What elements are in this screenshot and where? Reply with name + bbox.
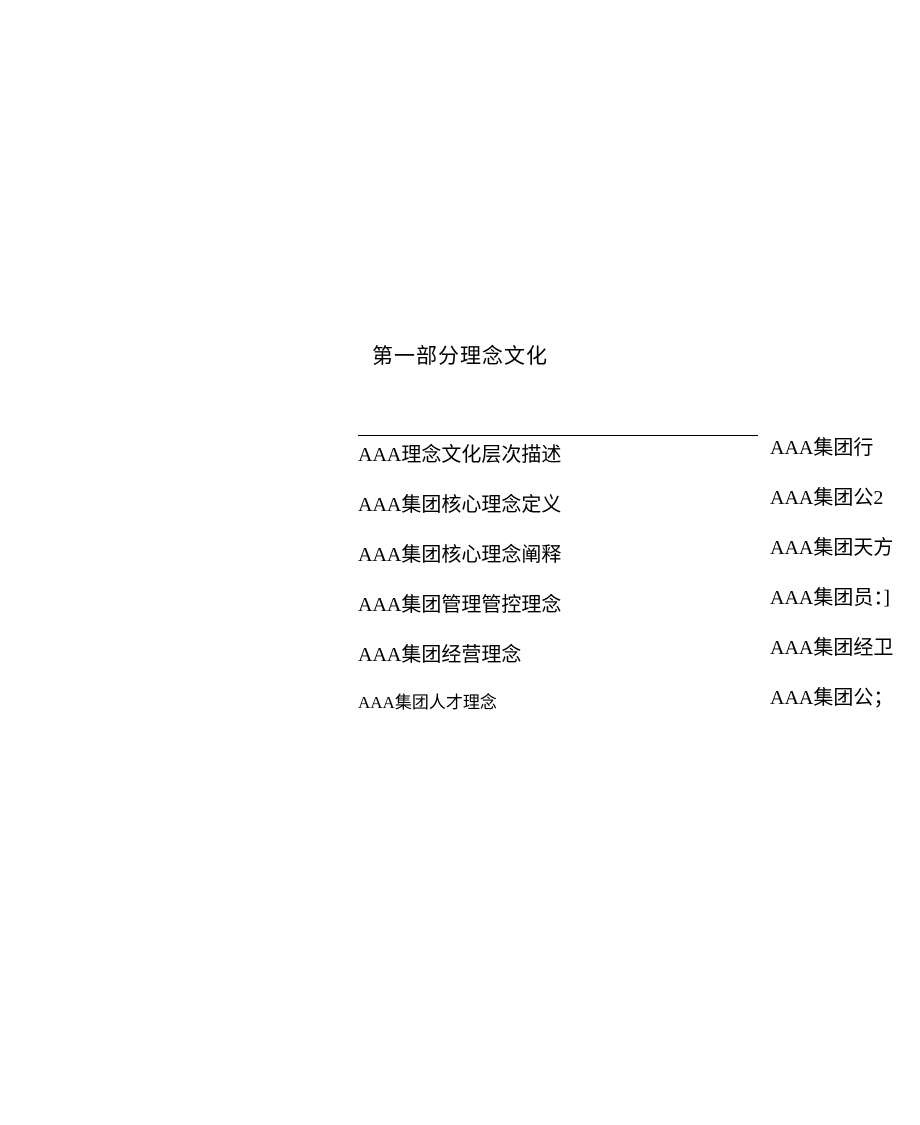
list-item: AAA集团经卫: [770, 635, 920, 661]
list-item: AAA集团员：]: [770, 585, 920, 611]
left-column: AAA理念文化层次描述 AAA集团核心理念定义 AAA集团核心理念阐释 AAA集…: [358, 442, 663, 738]
list-item: AAA集团核心理念定义: [358, 492, 663, 518]
list-item: AAA集团公；: [770, 685, 920, 711]
right-column: AAA集团行 AAA集团公2 AAA集团天方 AAA集团员：] AAA集团经卫 …: [770, 435, 920, 735]
list-item: AAA集团行: [770, 435, 920, 461]
section-heading: 第一部分理念文化: [0, 340, 920, 370]
list-item: AAA集团公2: [770, 485, 920, 511]
divider-line: [358, 435, 758, 436]
list-item: AAA理念文化层次描述: [358, 442, 663, 468]
list-item: AAA集团管理管控理念: [358, 592, 663, 618]
list-item: AAA集团天方: [770, 535, 920, 561]
list-item: AAA集团核心理念阐释: [358, 542, 663, 568]
list-item: AAA集团人才理念: [358, 692, 663, 714]
list-item: AAA集团经营理念: [358, 642, 663, 668]
